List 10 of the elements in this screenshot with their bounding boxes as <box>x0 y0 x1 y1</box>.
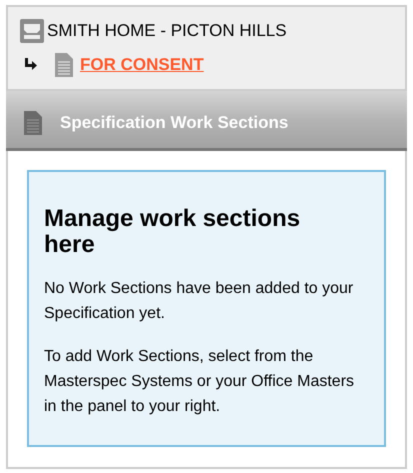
section-title: Specification Work Sections <box>60 112 288 134</box>
info-heading: Manage work sections here <box>44 206 302 258</box>
return-arrow-icon <box>22 57 38 73</box>
info-paragraph: No Work Sections have been added to your Specification yet. <box>44 279 354 324</box>
info-paragraph: To add Work Sections, select from the Masterspec Systems or your Office Masters in the panel to your right. <box>44 347 356 417</box>
inbox-tray-icon <box>20 19 44 43</box>
project-title: SMITH HOME - PICTON HILLS <box>47 20 287 42</box>
document-icon <box>24 110 42 134</box>
document-icon <box>55 53 73 77</box>
stage-link[interactable]: FOR CONSENT <box>80 52 204 78</box>
